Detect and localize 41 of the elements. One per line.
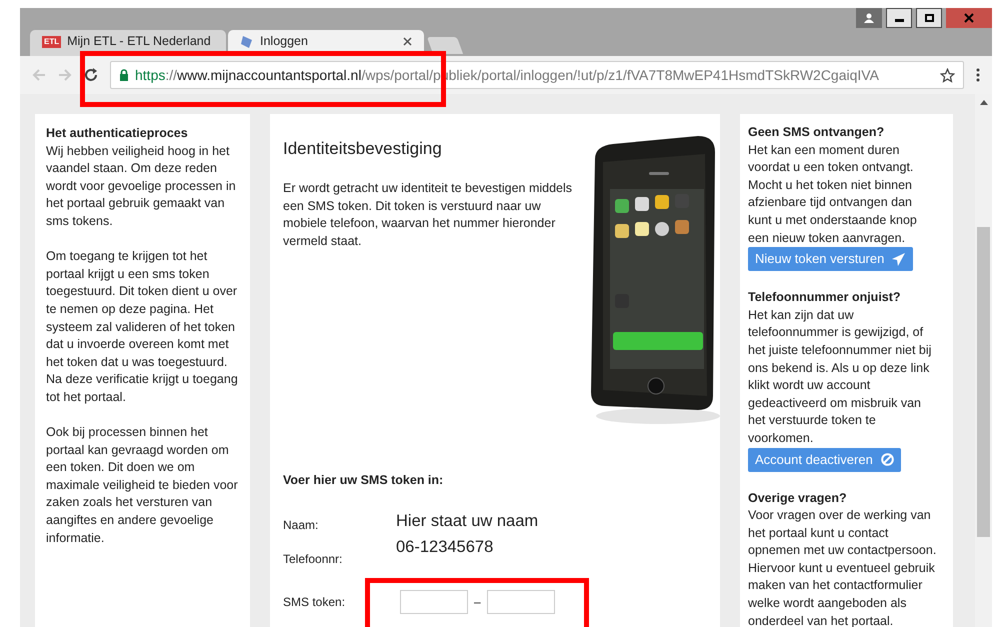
section-title: Overige vragen? (748, 490, 848, 507)
menu-icon[interactable] (976, 68, 980, 82)
scroll-up-icon[interactable] (980, 100, 988, 105)
name-value: Hier staat uw naam (396, 510, 540, 532)
panel-text: Ook bij processen binnen het portaal kan gevraagd worden om een token. Dit doen we om maximale veiligheid te bieden voor zaken zoals het versturen van aangiftes en andere gevoelige informatie. (46, 424, 239, 547)
field-label: Naam: (283, 516, 320, 534)
close-button[interactable] (946, 8, 992, 28)
profile-button[interactable] (856, 8, 882, 28)
form-title: Voer hier uw SMS token in: (283, 472, 444, 489)
star-icon[interactable] (940, 68, 955, 82)
minimize-icon (894, 19, 904, 22)
token-field[interactable] (486, 590, 555, 614)
panel-text: Om toegang te krijgen tot het portaal krijgt u een sms token toegestuurd. Dit token dient u over te nemen op deze pagina. Het systeem zal valideren of het token dat u invoerde overeen komt met het token dat u was toegestuurd. Na deze verificatie krijgt u toegang tot het portaal. (46, 248, 239, 406)
send-icon (892, 252, 906, 266)
maximize-icon (924, 14, 934, 22)
maximize-button[interactable] (916, 8, 942, 28)
panel-text: Wij hebben veiligheid hoog in het vaandel staan. Om deze reden wordt voor gevoelige processen in het portaal gebruik gemaakt van sms tokens. (46, 142, 237, 230)
section-title: Telefoonnummer onjuist? (748, 289, 902, 306)
site-logo: ETL (42, 36, 62, 48)
section-title: Geen SMS ontvangen? (748, 124, 886, 141)
token-separator: – (474, 594, 481, 611)
page-heading: Identiteitsbevestiging (283, 138, 443, 160)
intro-text: Er wordt getracht uw identiteit te bevestigen middels een SMS token. Dit token is verstuurd naar uw mobiele telefoon, waarvan het nummer hieronder vermeld staat. (283, 180, 574, 250)
person-icon (864, 13, 874, 23)
reload-icon[interactable] (84, 68, 98, 82)
panel-title: Het authenticatieproces (46, 125, 189, 142)
section-text: Het kan een moment duren voordat u een token ontvangt. Mocht u het token niet binnen afzienbare tijd ontvangen dan kunt u met onderstaande knop een nieuw token aanvragen. (748, 142, 918, 247)
ban-icon (880, 453, 894, 466)
page-icon (240, 34, 254, 48)
minimize-button[interactable] (886, 8, 912, 28)
close-icon[interactable] (403, 37, 412, 46)
scroll-thumb[interactable] (977, 227, 990, 537)
tab-title: Inloggen (260, 33, 309, 50)
phone-value: 06-12345678 (396, 536, 494, 558)
tab-title: Mijn ETL - ETL Nederland (67, 33, 211, 50)
token-field[interactable] (400, 590, 468, 614)
section-text: Voor vragen over de werking van het portaal kunt u contact opnemen met uw contactpersoon. Hiervoor kunt u eventueel gebruik maken van het contactformulier welke wordt aangeboden als onderdeel van het portaal. (748, 507, 937, 627)
field-label: Telefoonnr: (283, 550, 344, 568)
section-text: Het kan zijn dat uw telefoonnummer is gewijzigd, of het juiste telefoonnummer niet bij ons bekend is. Als u op deze link klikt wordt uw account gedeactiveerd om misbruik van het verstuurde token te voorkomen. (748, 306, 932, 447)
field-label: SMS token: (283, 594, 346, 611)
close-icon (964, 13, 974, 23)
